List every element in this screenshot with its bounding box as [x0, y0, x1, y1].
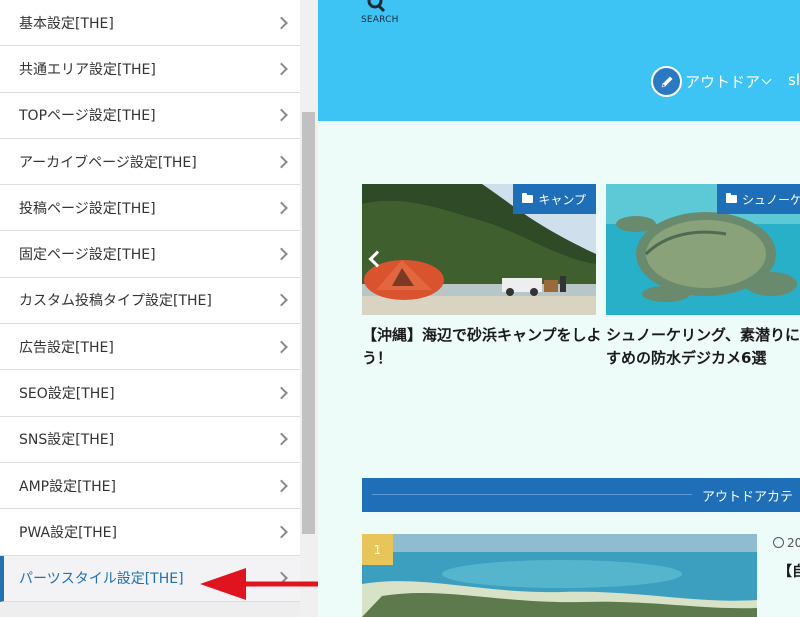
chevron-right-icon	[275, 62, 288, 76]
post-title[interactable]: 【沖縄】海辺で砂浜キャンプをしよう！	[362, 324, 602, 370]
folder-icon	[522, 193, 534, 203]
search-label[interactable]: SEARCH	[361, 15, 399, 25]
chevron-right-icon	[275, 479, 288, 492]
menu-item-label: AMP設定[THE]	[19, 478, 116, 495]
section-heading-bar: アウトドアカテ	[362, 478, 800, 512]
menu-item-post-page-settings[interactable]: 投稿ページ設定[THE]	[0, 185, 300, 232]
category-badge[interactable]: キャンプ	[513, 184, 596, 214]
ranking-thumbnail[interactable]	[362, 534, 757, 617]
menu-item-basic-settings[interactable]: 基本設定[THE]	[0, 0, 300, 47]
menu-item-label: 共通エリア設定[THE]	[19, 61, 156, 78]
chevron-right-icon	[275, 108, 288, 122]
nav-item-next[interactable]: sl	[788, 71, 800, 89]
menu-item-label: SNS設定[THE]	[19, 432, 115, 449]
post-title[interactable]: シュノーケリング、素潜りにすめの防水デジカメ6選	[606, 324, 800, 370]
menu-item-label: アーカイブページ設定[THE]	[19, 154, 197, 171]
menu-item-sns-settings[interactable]: SNS設定[THE]	[0, 416, 300, 463]
section-title: アウトドアカテ	[702, 490, 794, 505]
menu-item-label: 固定ページ設定[THE]	[19, 247, 156, 264]
menu-item-archive-page-settings[interactable]: アーカイブページ設定[THE]	[0, 138, 300, 186]
menu-item-amp-settings[interactable]: AMP設定[THE]	[0, 462, 300, 510]
rank-badge: 1	[362, 534, 393, 565]
pencil-icon[interactable]	[651, 66, 682, 97]
menu-item-label: TOPページ設定[THE]	[19, 108, 156, 125]
menu-item-pwa-settings[interactable]: PWA設定[THE]	[0, 509, 300, 556]
menu-item-seo-settings[interactable]: SEO設定[THE]	[0, 370, 300, 417]
menu-item-custom-post-type-settings[interactable]: カスタム投稿タイプ設定[THE]	[0, 277, 300, 325]
menu-item-label: 投稿ページ設定[THE]	[19, 200, 156, 217]
scrollbar-thumb[interactable]	[302, 112, 315, 534]
chevron-right-icon	[275, 525, 288, 539]
post-date: 20	[773, 536, 800, 550]
menu-item-common-area-settings[interactable]: 共通エリア設定[THE]	[0, 46, 300, 93]
menu-item-label: PWA設定[THE]	[19, 524, 117, 541]
nav-item-label[interactable]: アウトドア	[685, 71, 760, 92]
chevron-right-icon	[275, 247, 288, 261]
site-preview: SEARCH アウトドア sl キャンプ 【沖縄】海辺で砂浜キャンプをしよう！ …	[318, 0, 800, 617]
chevron-right-icon	[275, 432, 288, 446]
chevron-right-icon	[275, 155, 288, 168]
menu-item-fixed-page-settings[interactable]: 固定ページ設定[THE]	[0, 231, 300, 278]
menu-item-label: 基本設定[THE]	[19, 15, 114, 32]
chevron-down-icon	[761, 74, 772, 85]
post-card[interactable]: キャンプ 【沖縄】海辺で砂浜キャンプをしよう！	[362, 184, 602, 384]
category-label: シュノーケ	[742, 192, 800, 207]
menu-item-label: 広告設定[THE]	[19, 339, 114, 356]
search-icon[interactable]	[365, 0, 387, 14]
post-date-text: 20	[787, 536, 800, 550]
menu-item-label: パーツスタイル設定[THE]	[19, 571, 184, 588]
folder-icon	[726, 193, 737, 203]
clock-icon	[773, 537, 784, 548]
chevron-right-icon	[275, 340, 288, 354]
menu-item-top-page-settings[interactable]: TOPページ設定[THE]	[0, 92, 300, 139]
category-badge[interactable]: シュノーケ	[717, 184, 800, 214]
chevron-right-icon	[275, 201, 288, 215]
chevron-right-icon	[275, 294, 288, 307]
ranking-post-title[interactable]: 【自	[778, 561, 800, 581]
post-card[interactable]: シュノーケ シュノーケリング、素潜りにすめの防水デジカメ6選	[606, 184, 800, 384]
menu-item-label: SEO設定[THE]	[19, 386, 115, 403]
customizer-sidebar: 基本設定[THE] 共通エリア設定[THE] TOPページ設定[THE] アーカ…	[0, 0, 318, 617]
chevron-right-icon	[275, 386, 288, 400]
chevron-right-icon	[275, 16, 288, 30]
site-header: SEARCH アウトドア sl	[318, 0, 800, 121]
menu-item-label: カスタム投稿タイプ設定[THE]	[19, 293, 212, 310]
menu-item-ad-settings[interactable]: 広告設定[THE]	[0, 324, 300, 371]
section-divider	[372, 494, 692, 495]
nav-menu-outdoor[interactable]: アウトドア	[651, 66, 772, 97]
customizer-menu: 基本設定[THE] 共通エリア設定[THE] TOPページ設定[THE] アーカ…	[0, 0, 300, 602]
category-label: キャンプ	[538, 192, 586, 207]
